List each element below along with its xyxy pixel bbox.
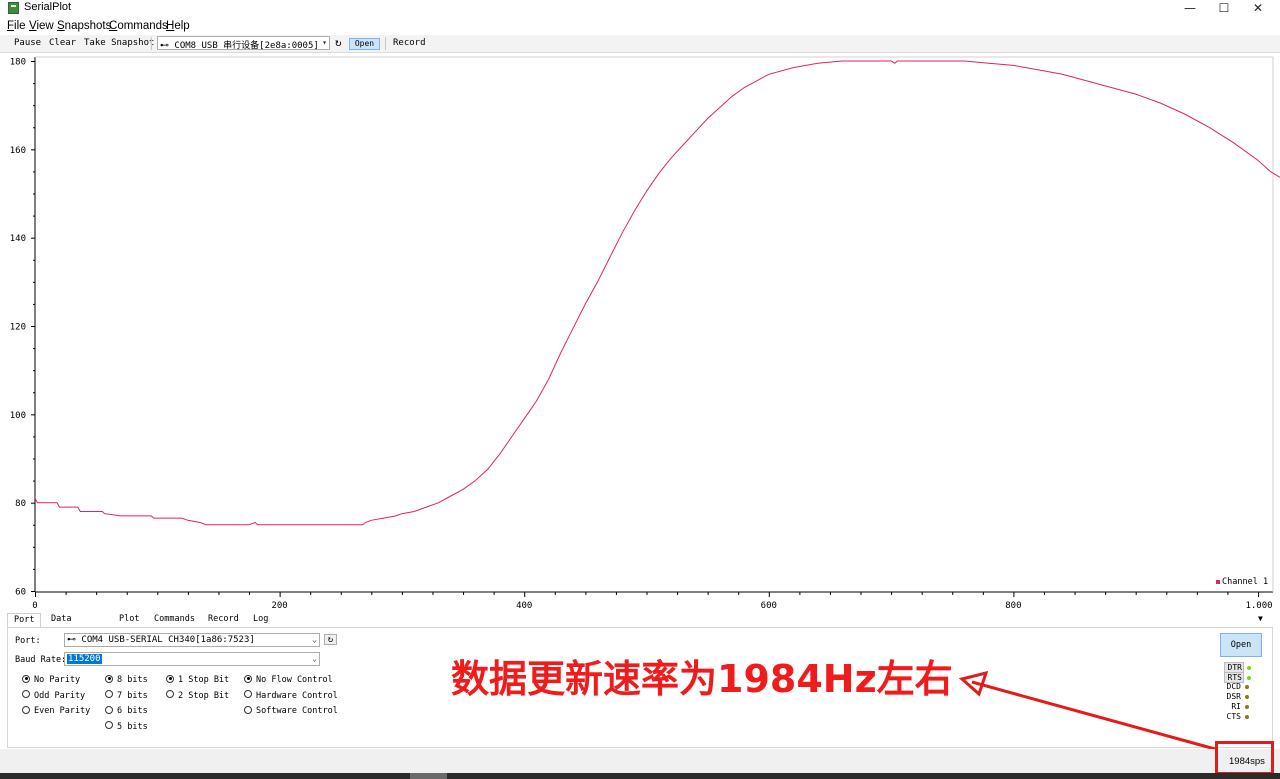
taskbar-strip: [0, 773, 1280, 779]
taskbar-item: [410, 773, 447, 779]
sps-highlight-box: [1215, 741, 1274, 775]
annotation-arrow: [958, 670, 1216, 751]
